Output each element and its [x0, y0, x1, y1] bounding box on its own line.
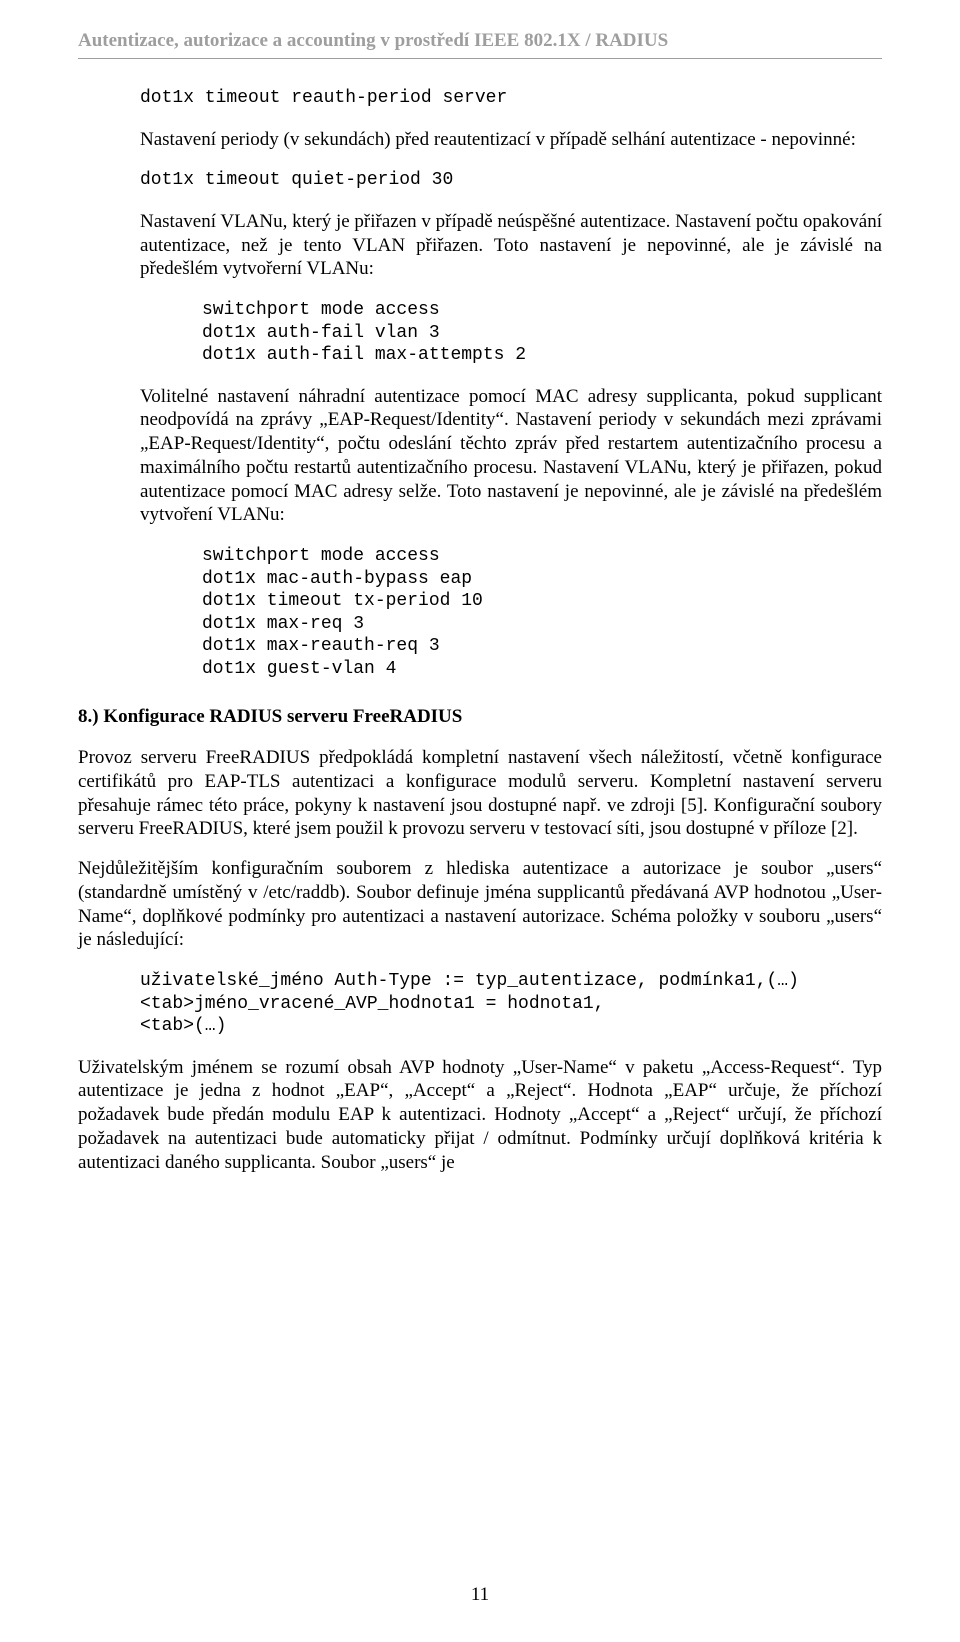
paragraph-4: Provoz serveru FreeRADIUS předpokládá ko… [78, 746, 882, 841]
paragraph-1: Nastavení periody (v sekundách) před rea… [140, 128, 882, 152]
paragraph-3: Volitelné nastavení náhradní autentizace… [140, 385, 882, 528]
code-block-3: switchport mode access dot1x auth-fail v… [202, 299, 882, 367]
page-header: Autentizace, autorizace a accounting v p… [78, 30, 882, 59]
code-block-2: dot1x timeout quiet-period 30 [140, 169, 882, 192]
section-heading: 8.) Konfigurace RADIUS serveru FreeRADIU… [78, 706, 882, 728]
paragraph-6: Uživatelským jménem se rozumí obsah AVP … [78, 1056, 882, 1175]
code-block-4: switchport mode access dot1x mac-auth-by… [202, 545, 882, 680]
paragraph-2: Nastavení VLANu, který je přiřazen v pří… [140, 210, 882, 281]
code-block-1: dot1x timeout reauth-period server [140, 87, 882, 110]
page-number: 11 [0, 1584, 960, 1606]
paragraph-5: Nejdůležitějším konfiguračním souborem z… [78, 857, 882, 952]
code-block-5: uživatelské_jméno Auth-Type := typ_auten… [140, 970, 882, 1038]
